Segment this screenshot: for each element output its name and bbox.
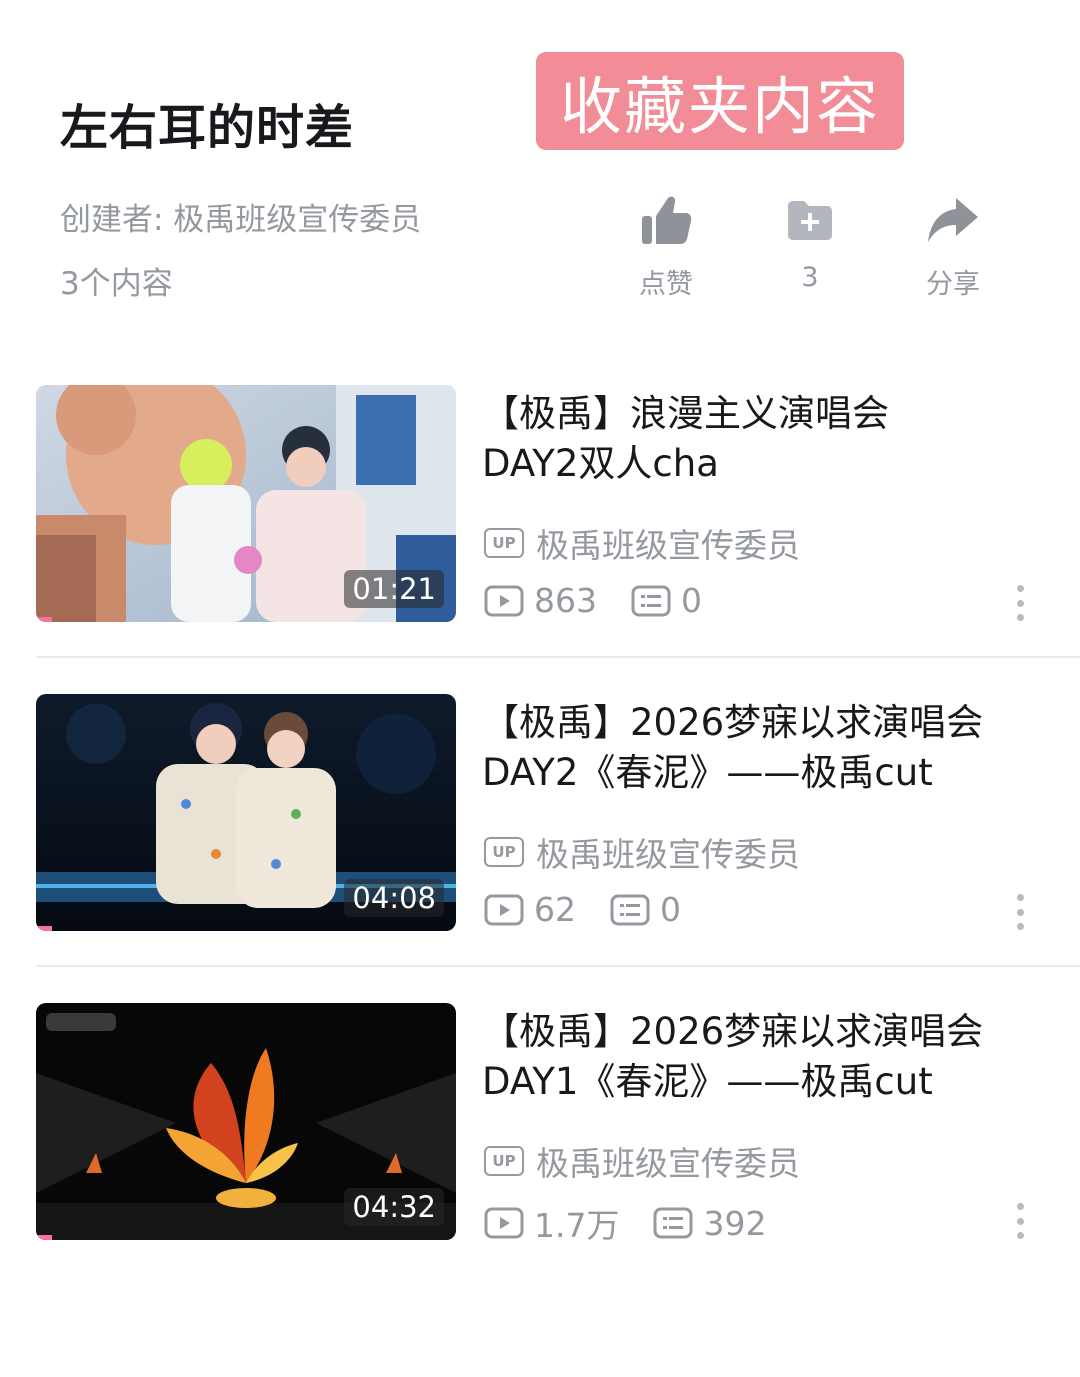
watch-progress-bar — [36, 1235, 52, 1240]
favorite-count: 3 — [801, 262, 819, 293]
like-button[interactable]: 点赞 — [606, 192, 726, 301]
more-options-icon[interactable] — [1010, 894, 1030, 930]
share-label: 分享 — [926, 269, 980, 300]
author-name: 极禹班级宣传委员 — [536, 1144, 800, 1183]
more-options-icon[interactable] — [1010, 585, 1030, 621]
comment-count: 392 — [653, 1204, 766, 1243]
comment-count: 0 — [631, 581, 702, 620]
video-item[interactable]: 04:32 【极禹】2026梦寐以求演唱会 DAY1《春泥》——极禹cut UP… — [0, 1003, 1080, 1312]
video-thumbnail[interactable]: 04:08 — [36, 694, 456, 931]
more-options-icon[interactable] — [1010, 1203, 1030, 1239]
video-list: 01:21 【极禹】浪漫主义演唱会 DAY2双人cha UP 极禹班级宣传委员 … — [0, 385, 1080, 1312]
collection-title: 左右耳的时差 — [60, 100, 355, 156]
danmaku-icon — [610, 894, 650, 925]
video-item[interactable]: 04:08 【极禹】2026梦寐以求演唱会 DAY2《春泥》——极禹cut UP… — [0, 694, 1080, 1003]
video-stats: 1.7万 392 — [484, 1199, 800, 1247]
author-name: 极禹班级宣传委员 — [536, 526, 800, 565]
video-author[interactable]: UP 极禹班级宣传委员 — [484, 1137, 800, 1185]
play-count-icon — [484, 894, 524, 925]
divider — [36, 965, 1080, 967]
share-button[interactable]: 分享 — [893, 192, 1013, 301]
video-thumbnail[interactable]: 01:21 — [36, 385, 456, 622]
watch-progress-bar — [36, 926, 52, 931]
view-count: 1.7万 — [484, 1199, 619, 1247]
thumbs-up-icon — [606, 192, 726, 248]
divider — [36, 656, 1080, 658]
view-count: 62 — [484, 890, 576, 929]
like-label: 点赞 — [639, 269, 693, 300]
video-author[interactable]: UP 极禹班级宣传委员 — [484, 828, 800, 876]
video-stats: 863 0 — [484, 581, 736, 620]
video-title[interactable]: 【极禹】2026梦寐以求演唱会 DAY1《春泥》——极禹cut — [482, 1007, 1062, 1107]
up-badge-icon: UP — [484, 837, 524, 867]
up-badge-icon: UP — [484, 528, 524, 558]
video-duration: 04:08 — [344, 879, 444, 917]
comment-count: 0 — [610, 890, 681, 929]
overlay-caption-badge: 收藏夹内容 — [536, 52, 904, 150]
favorite-button[interactable]: 3 — [750, 192, 870, 293]
video-title[interactable]: 【极禹】浪漫主义演唱会 DAY2双人cha — [482, 389, 1062, 489]
view-count: 863 — [484, 581, 597, 620]
video-duration: 01:21 — [344, 570, 444, 608]
up-badge-icon: UP — [484, 1146, 524, 1176]
video-thumbnail[interactable]: 04:32 — [36, 1003, 456, 1240]
video-duration: 04:32 — [344, 1188, 444, 1226]
video-stats: 62 0 — [484, 890, 715, 929]
share-arrow-icon — [893, 192, 1013, 248]
video-item[interactable]: 01:21 【极禹】浪漫主义演唱会 DAY2双人cha UP 极禹班级宣传委员 … — [0, 385, 1080, 694]
video-author[interactable]: UP 极禹班级宣传委员 — [484, 519, 800, 567]
danmaku-icon — [631, 585, 671, 616]
play-count-icon — [484, 585, 524, 616]
folder-add-icon — [750, 192, 870, 248]
play-count-icon — [484, 1207, 524, 1239]
watch-progress-bar — [36, 617, 52, 622]
item-count: 3个内容 — [60, 266, 173, 302]
video-title[interactable]: 【极禹】2026梦寐以求演唱会 DAY2《春泥》——极禹cut — [482, 698, 1062, 798]
author-name: 极禹班级宣传委员 — [536, 835, 800, 874]
danmaku-icon — [653, 1207, 693, 1239]
creator-label[interactable]: 创建者: 极禹班级宣传委员 — [60, 194, 421, 239]
